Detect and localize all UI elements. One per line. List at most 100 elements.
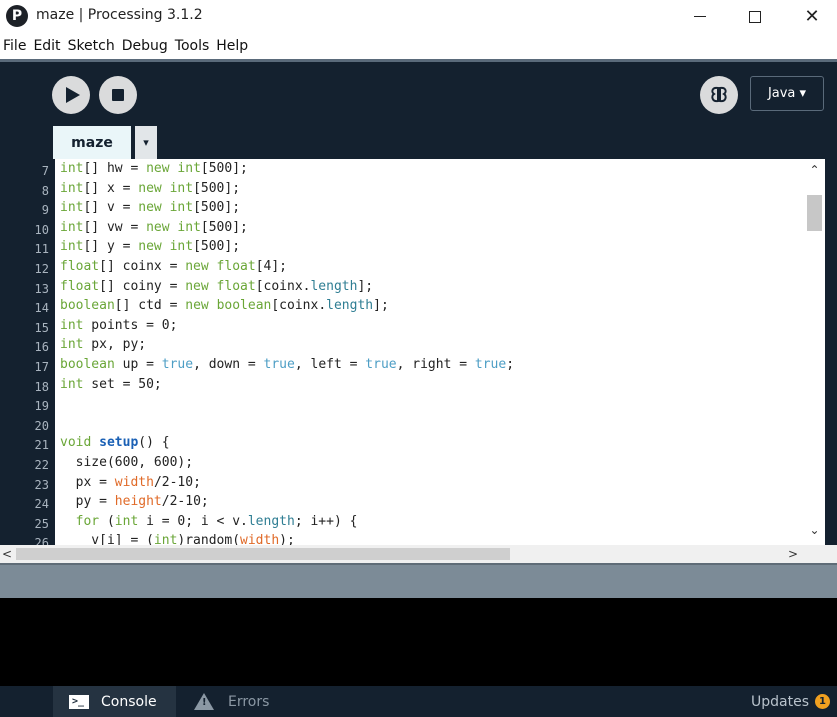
minimize-icon [694, 16, 706, 17]
line-number: 8 [41, 183, 49, 198]
code-token: ); [279, 533, 295, 545]
code-token: size(600, 600); [60, 455, 194, 470]
code-token: )random( [177, 533, 241, 545]
code-line: px = width/2-10; [60, 475, 201, 495]
menu-file[interactable]: File [3, 38, 26, 54]
line-number: 9 [41, 203, 49, 218]
editor-right-edge [825, 159, 837, 545]
butterfly-debug-icon [711, 86, 727, 103]
menu-edit[interactable]: Edit [33, 38, 60, 54]
maximize-button[interactable] [727, 0, 783, 33]
line-number: 13 [34, 281, 49, 296]
code-token: set = 50; [83, 376, 162, 392]
menu-debug[interactable]: Debug [122, 38, 168, 54]
code-token: int [60, 239, 84, 255]
stop-button[interactable] [99, 76, 137, 114]
code-token: , right = [396, 357, 475, 372]
code-token: [coinx. [255, 278, 311, 294]
updates-link[interactable]: Updates 1 [751, 686, 830, 717]
code-line: boolean[] ctd = new boolean[coinx.length… [60, 298, 389, 318]
horizontal-scroll-thumb[interactable] [16, 548, 510, 560]
close-button[interactable]: ✕ [784, 0, 837, 33]
tab-errors[interactable]: ! Errors [180, 686, 286, 717]
line-number: 11 [34, 242, 49, 257]
line-number: 23 [34, 477, 49, 492]
code-token: new [146, 161, 170, 176]
code-token: [4]; [255, 259, 287, 274]
menu-tools[interactable]: Tools [175, 38, 210, 54]
code-token: int [60, 376, 84, 392]
code-line: void setup() { [60, 435, 170, 455]
menu-sketch[interactable]: Sketch [68, 38, 115, 54]
code-token: for [75, 513, 100, 529]
line-number: 10 [34, 222, 49, 237]
code-token: true [161, 357, 194, 372]
code-token: new [138, 239, 162, 255]
code-token: int [153, 533, 178, 545]
code-token: length [326, 298, 374, 314]
run-button[interactable] [52, 76, 90, 114]
code-token: () { [138, 435, 170, 451]
code-line: int points = 0; [60, 318, 177, 338]
vertical-scrollbar[interactable]: ⌃ ⌄ [804, 159, 825, 545]
code-editor[interactable]: int[] hw = new int[500]; int[] x = new in… [55, 159, 804, 545]
code-token: int [60, 317, 84, 333]
code-line: int[] v = new int[500]; [60, 200, 240, 220]
code-token: int [177, 161, 201, 176]
tab-console-label: Console [101, 693, 157, 710]
code-token: ; i++) { [294, 513, 358, 529]
tab-maze[interactable]: maze [53, 126, 131, 159]
line-number: 22 [34, 458, 49, 472]
code-token: true [365, 357, 397, 372]
code-line: float[] coinx = new float[4]; [60, 259, 287, 279]
code-token: ]; [357, 278, 374, 294]
code-token: new [185, 298, 209, 314]
scroll-down-icon[interactable]: ⌄ [804, 523, 825, 539]
footer-bar: >_ Console ! Errors Updates 1 [0, 686, 837, 717]
updates-badge: 1 [815, 694, 830, 709]
code-token: [] ctd = [114, 298, 186, 314]
scroll-right-icon[interactable]: > [788, 545, 802, 563]
code-token: px, py; [83, 337, 147, 353]
line-number: 18 [34, 379, 49, 394]
code-token: new [146, 219, 170, 235]
scroll-left-icon[interactable]: < [2, 545, 16, 563]
horizontal-scrollbar[interactable]: < > [0, 545, 837, 563]
processing-logo-icon: P [6, 5, 28, 27]
line-number-gutter: 7 8 9 10 11 12 13 14 15 16 17 18 19 20 21 22 23 24 25 26 [0, 159, 55, 545]
code-token: new [185, 278, 209, 294]
scroll-up-icon[interactable]: ⌃ [804, 163, 825, 179]
code-token: boolean [216, 298, 272, 314]
code-line: v[i] = (int)random(width); [60, 533, 295, 545]
debug-button[interactable] [700, 76, 738, 114]
chevron-down-icon: ▾ [143, 136, 149, 149]
line-number: 15 [34, 320, 49, 335]
tab-console[interactable]: >_ Console [53, 686, 176, 717]
tab-menu-button[interactable]: ▾ [135, 126, 157, 159]
minimize-button[interactable] [672, 0, 728, 33]
line-number: 7 [41, 164, 49, 178]
code-line: size(600, 600); [60, 455, 193, 475]
code-token: length [310, 278, 358, 294]
line-number: 21 [34, 438, 49, 453]
code-token: width [114, 474, 154, 490]
mode-select[interactable]: Java ▾ [750, 76, 824, 111]
code-token: , left = [294, 357, 366, 372]
code-line: int[] hw = new int[500]; [60, 161, 248, 181]
code-token: /2-10; [153, 474, 201, 490]
code-token: length [247, 513, 295, 529]
menu-help[interactable]: Help [216, 38, 248, 54]
console-icon: >_ [69, 694, 89, 709]
vertical-scroll-thumb[interactable] [807, 195, 822, 231]
console-output[interactable] [0, 598, 837, 686]
code-token: height [114, 494, 162, 510]
line-number: 24 [34, 497, 49, 512]
code-token: ( [99, 513, 115, 529]
code-token: setup [99, 435, 139, 451]
